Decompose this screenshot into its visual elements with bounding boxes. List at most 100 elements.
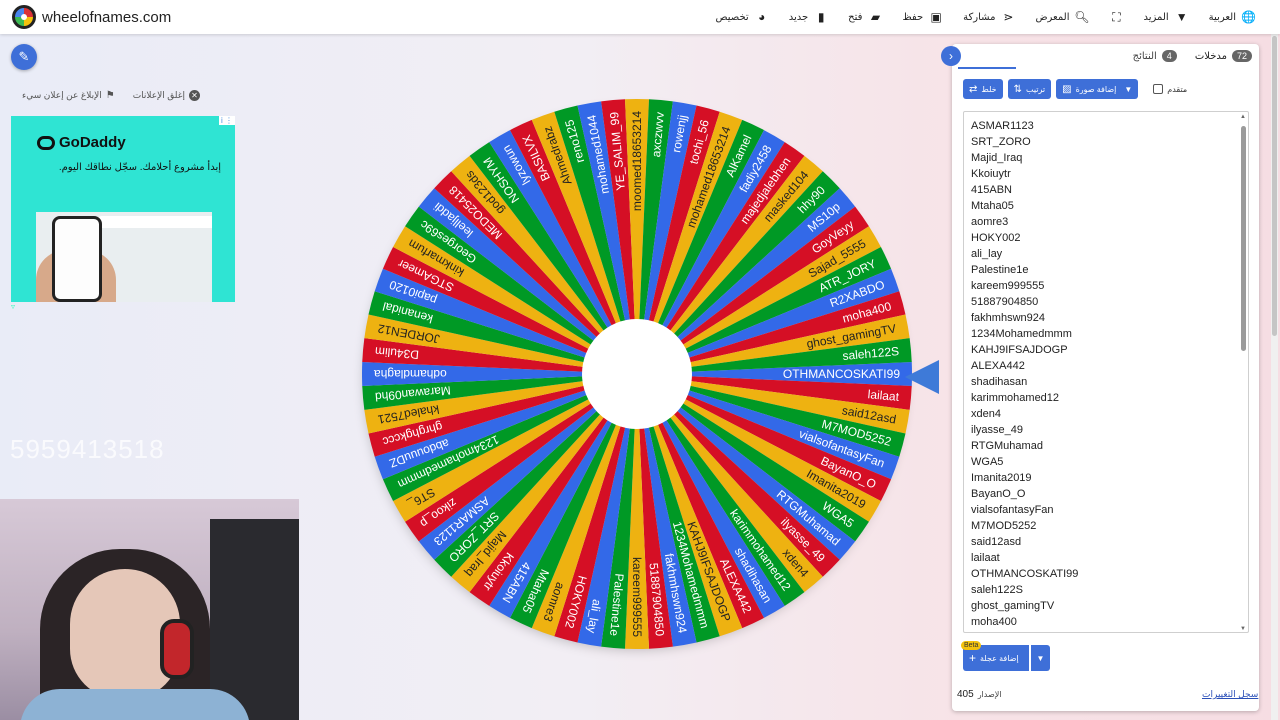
changelog-link[interactable]: سجل التغييرات xyxy=(1202,689,1258,700)
entries-textarea[interactable]: ASMAR1123 SRT_ZORO Majid_Iraq Kkoiuytr 415AB… xyxy=(963,111,1249,633)
chevron-down-icon: ▼ xyxy=(1036,653,1045,663)
nav-save[interactable]: ▣ حفظ xyxy=(892,10,953,24)
nav-share[interactable]: ⋖ مشاركة xyxy=(953,10,1025,24)
entry-line[interactable]: said12asd xyxy=(971,534,1231,550)
chevron-down-icon: ▼ xyxy=(1124,84,1133,94)
nav-open[interactable]: ▰ فتح xyxy=(838,10,892,24)
new-file-icon: ▮ xyxy=(817,10,825,24)
plus-icon: + xyxy=(969,651,977,665)
entry-line[interactable]: aomre3 xyxy=(971,214,1231,230)
entry-line[interactable]: M7MOD5252 xyxy=(971,518,1231,534)
palette-icon: ◕ xyxy=(758,10,766,24)
entry-line[interactable]: ghost_gamingTV xyxy=(971,598,1231,614)
ad-choices-icon[interactable]: i ⋮ xyxy=(219,116,235,125)
entry-line[interactable]: Mtaha05 xyxy=(971,198,1231,214)
advanced-toggle[interactable]: متقدم xyxy=(1153,84,1187,94)
entry-line[interactable]: Majid_Iraq xyxy=(971,150,1231,166)
wheel-center[interactable] xyxy=(582,319,692,429)
add-wheel-dropdown[interactable]: ▼ xyxy=(1031,645,1050,671)
scroll-up-icon[interactable]: ▲ xyxy=(1240,114,1246,120)
entry-line[interactable]: fakhmhswn924 xyxy=(971,310,1231,326)
entry-line[interactable]: ali_lay xyxy=(971,246,1231,262)
sort-icon: ⇅ xyxy=(1013,83,1022,95)
version-label: الإصدار xyxy=(977,690,1002,699)
entry-line[interactable]: RTGMuhamad xyxy=(971,438,1231,454)
fullscreen-icon: ⛶ xyxy=(1112,9,1121,24)
ad-phone xyxy=(52,216,102,302)
advanced-checkbox[interactable] xyxy=(1153,84,1164,94)
panel-tabs: 72 مدخلات 4 النتائج xyxy=(962,44,1252,68)
results-count-badge: 4 xyxy=(1161,50,1177,62)
image-icon: ▨ xyxy=(1062,83,1072,95)
entry-line[interactable]: vialsofantasyFan xyxy=(971,502,1231,518)
close-ads-link[interactable]: ✕ إغلق الإعلانات xyxy=(133,90,200,101)
scroll-down-icon[interactable]: ▼ xyxy=(1240,626,1246,632)
entry-line[interactable]: ilyasse_49 xyxy=(971,422,1231,438)
brand-name: wheelofnames.com xyxy=(42,8,172,26)
edit-title-button[interactable]: ✎ xyxy=(11,44,37,70)
entry-line[interactable]: karimmohamed12 xyxy=(971,390,1231,406)
wheel-segment-label: moomed18653214 xyxy=(630,111,644,211)
caret-down-icon: ▼ xyxy=(1175,10,1188,24)
entry-line[interactable]: ASMAR1123 xyxy=(971,118,1231,134)
entry-line[interactable]: moha400 xyxy=(971,614,1231,630)
wheel[interactable]: OTHMANCOSKATI99 lailaat said12asd M7MOD5252… xyxy=(357,97,917,657)
entry-line[interactable]: OTHMANCOSKATI99 xyxy=(971,566,1231,582)
entry-line[interactable]: BayanO_O xyxy=(971,486,1231,502)
logo-icon xyxy=(12,5,36,29)
version-info: 405 الإصدار xyxy=(957,689,1002,700)
entry-line[interactable]: ALEXA442 xyxy=(971,358,1231,374)
nav-language[interactable]: 🌐 العربية xyxy=(1199,10,1266,24)
nav-fullscreen[interactable]: ⛶ xyxy=(1100,10,1134,25)
ad-links: ✕ إغلق الإعلانات ⚑ الإبلاغ عن إعلان سيء xyxy=(10,90,200,101)
entry-line[interactable]: lailaat xyxy=(971,550,1231,566)
entries-list[interactable]: ASMAR1123 SRT_ZORO Majid_Iraq Kkoiuytr 415AB… xyxy=(971,118,1231,632)
entry-line[interactable]: WGA5 xyxy=(971,454,1231,470)
ad-search-strip xyxy=(96,216,212,228)
entry-line[interactable]: shadihasan xyxy=(971,374,1231,390)
collapse-panel-button[interactable]: › xyxy=(941,46,961,66)
beta-badge: Beta xyxy=(961,641,982,650)
nav-more[interactable]: ▼ المزيد xyxy=(1134,10,1199,24)
wheel-segment-label: kareem999555 xyxy=(630,557,644,637)
entries-scrollbar[interactable]: ▲ ▼ xyxy=(1240,114,1246,632)
ad-image xyxy=(36,212,212,302)
ad-marker-icon: ▿ xyxy=(11,302,16,311)
nav-customize[interactable]: ◕ تخصيص xyxy=(706,10,779,24)
wheel-segment-label: odhamdlagha xyxy=(374,367,447,381)
sort-button[interactable]: ⇅ ترتيب xyxy=(1007,79,1052,99)
flag-icon: ⚑ xyxy=(105,90,115,101)
entry-line[interactable]: 415ABN xyxy=(971,182,1231,198)
scroll-thumb[interactable] xyxy=(1241,126,1246,351)
save-icon: ▣ xyxy=(930,10,942,24)
entry-line[interactable]: 1234Mohamedmmm xyxy=(971,326,1231,342)
wheel-segment-label: OTHMANCOSKATI99 xyxy=(783,367,900,381)
chevron-right-icon: › xyxy=(949,49,953,63)
nav-gallery[interactable]: 🔍︎ المعرض xyxy=(1025,10,1099,24)
add-image-button[interactable]: ▨ إضافة صورة ▼ xyxy=(1056,79,1139,99)
wheel-svg[interactable]: OTHMANCOSKATI99lailaatsaid12asdM7MOD5252… xyxy=(357,97,917,657)
entry-line[interactable]: R2XABDO xyxy=(971,630,1231,632)
entry-line[interactable]: Palestine1e xyxy=(971,262,1231,278)
entry-line[interactable]: HOKY002 xyxy=(971,230,1231,246)
folder-open-icon: ▰ xyxy=(870,10,881,24)
entry-line[interactable]: SRT_ZORO xyxy=(971,134,1231,150)
entry-line[interactable]: kareem999555 xyxy=(971,278,1231,294)
entry-line[interactable]: Kkoiuytr xyxy=(971,166,1231,182)
shuffle-button[interactable]: ⇄ خلط xyxy=(963,79,1003,99)
entry-line[interactable]: KAHJ9IFSAJDOGP xyxy=(971,342,1231,358)
tab-results[interactable]: 4 النتائج xyxy=(1133,44,1177,68)
entry-line[interactable]: xden4 xyxy=(971,406,1231,422)
advertisement[interactable]: i ⋮ GoDaddy إبدأ مشروع أحلامك. سجّل نطاق… xyxy=(11,116,235,302)
report-ad-link[interactable]: ⚑ الإبلاغ عن إعلان سيء xyxy=(22,90,115,101)
tab-entries[interactable]: 72 مدخلات xyxy=(1195,44,1252,68)
brand[interactable]: wheelofnames.com xyxy=(12,5,171,29)
wheel-segment-label: lailaat xyxy=(867,387,900,404)
entry-line[interactable]: 51887904850 xyxy=(971,294,1231,310)
nav-new[interactable]: ▮ جديد xyxy=(779,10,838,24)
entry-line[interactable]: saleh122S xyxy=(971,582,1231,598)
page-scroll-thumb[interactable] xyxy=(1272,36,1277,336)
godaddy-logo: GoDaddy xyxy=(37,134,126,151)
entry-line[interactable]: Imanita2019 xyxy=(971,470,1231,486)
nav-menu: 🌐 العربية ▼ المزيد ⛶ 🔍︎ المعرض ⋖ مشاركة ▣ حفظ… xyxy=(706,0,1266,34)
